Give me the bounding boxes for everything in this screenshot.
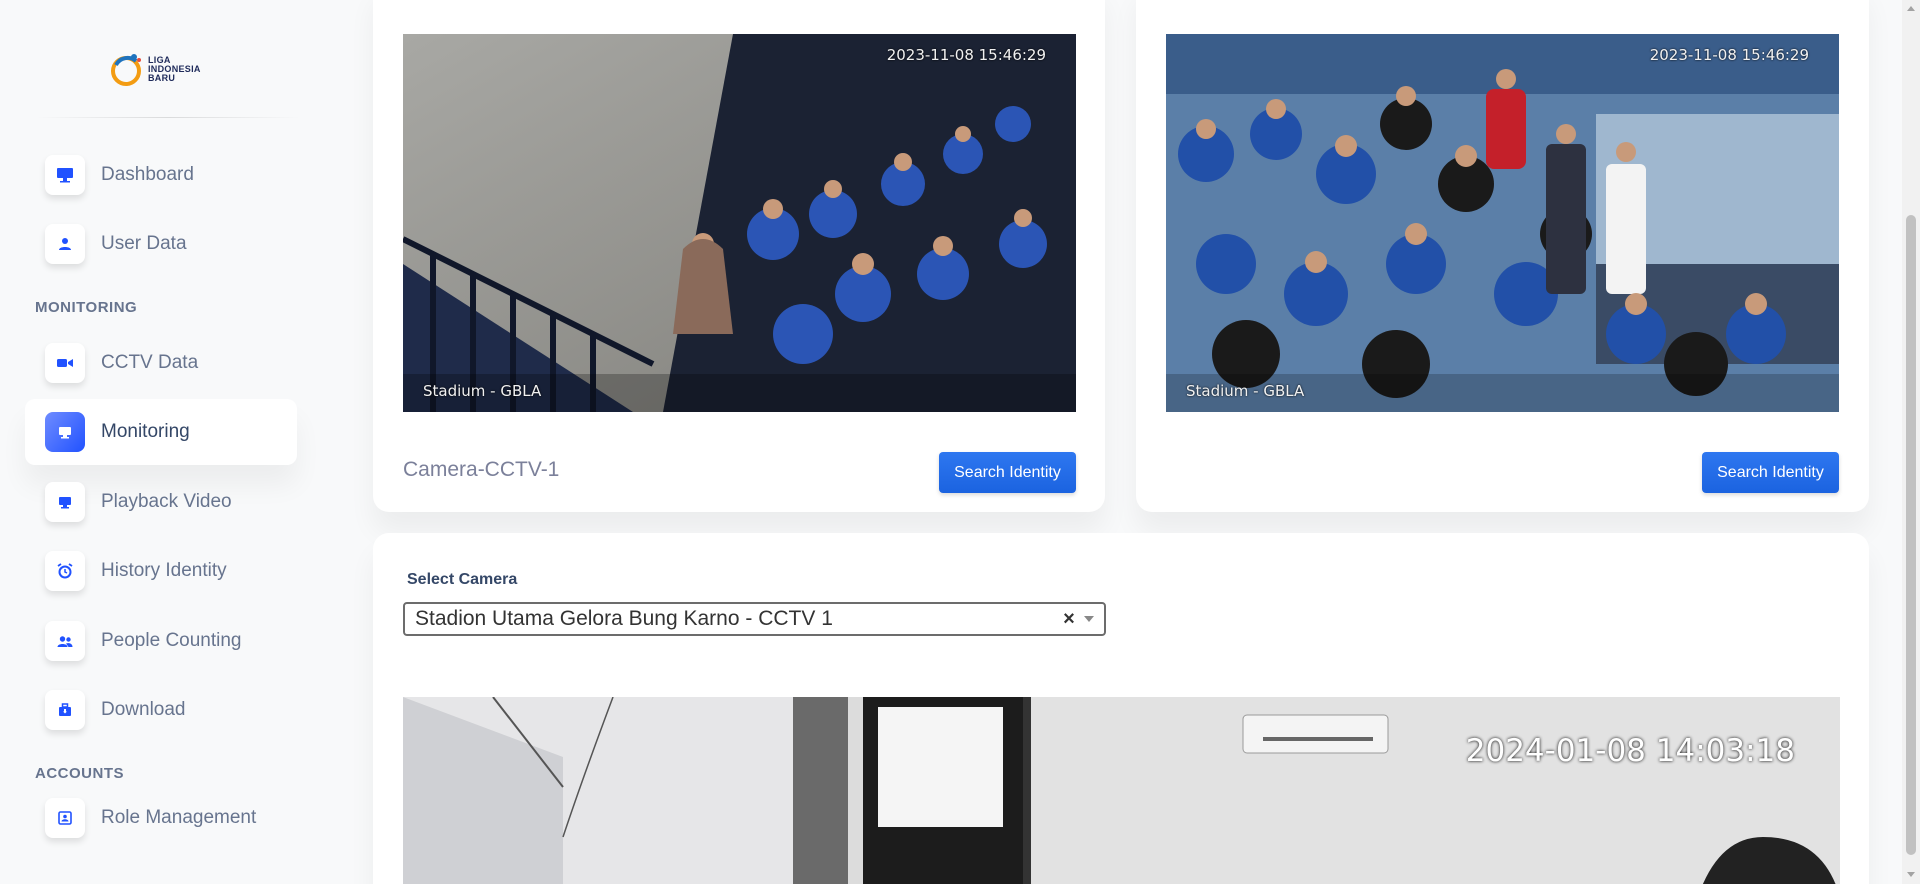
sidebar-item-download[interactable]: Download: [25, 677, 297, 743]
chevron-down-icon[interactable]: [1084, 616, 1094, 622]
sidebar-divider: [36, 117, 300, 118]
sidebar-item-label: CCTV Data: [101, 352, 199, 373]
camera-select[interactable]: Stadion Utama Gelora Bung Karno - CCTV 1…: [403, 602, 1106, 636]
alarm-clock-icon: [45, 551, 85, 591]
camera-card: 2023-11-08 15:46:29 Stadium - GBLA Camer…: [373, 0, 1105, 512]
sidebar-item-cctv-data[interactable]: CCTV Data: [25, 330, 297, 396]
live-cctv-feed[interactable]: 2024-01-08 14:03:18: [403, 697, 1840, 884]
camera-timestamp: 2023-11-08 15:46:29: [886, 46, 1046, 64]
select-camera-label: Select Camera: [407, 571, 518, 588]
id-card-icon: [45, 798, 85, 838]
section-title-monitoring: MONITORING: [35, 299, 138, 316]
users-icon: [45, 621, 85, 661]
camera-timestamp: 2023-11-08 15:46:29: [1649, 46, 1809, 64]
sidebar-item-monitoring[interactable]: Monitoring: [25, 399, 297, 465]
camera-location: Stadium - GBLA: [423, 382, 542, 400]
sidebar-item-history-identity[interactable]: History Identity: [25, 538, 297, 604]
room-cctv-image: [403, 697, 1840, 884]
logo-text: LIGA INDONESIA BARU: [148, 55, 201, 83]
camera-select-value: Stadion Utama Gelora Bung Karno - CCTV 1: [415, 607, 833, 630]
stadium-crowd-image: [403, 34, 1076, 412]
video-camera-icon: [45, 343, 85, 383]
page-scrollbar[interactable]: [1902, 0, 1920, 884]
scrollbar-thumb[interactable]: [1906, 215, 1916, 855]
camera-title: Camera-CCTV-1: [403, 458, 560, 481]
sidebar-item-label: Role Management: [101, 807, 257, 828]
briefcase-download-icon: [45, 690, 85, 730]
sidebar-item-playback-video[interactable]: Playback Video: [25, 469, 297, 535]
logo-mark-icon: [110, 51, 146, 87]
logo-text-line: BARU: [148, 72, 176, 83]
display-icon: [45, 482, 85, 522]
sidebar-item-user-data[interactable]: User Data: [25, 211, 297, 277]
sidebar-item-label: Monitoring: [101, 421, 190, 442]
sidebar-item-dashboard[interactable]: Dashboard: [25, 142, 297, 208]
live-feed-timestamp: 2024-01-08 14:03:18: [1465, 733, 1795, 769]
camera-location: Stadium - GBLA: [1186, 382, 1305, 400]
sidebar-item-people-counting[interactable]: People Counting: [25, 608, 297, 674]
sidebar-item-label: Dashboard: [101, 164, 194, 185]
sidebar-item-label: Playback Video: [101, 491, 232, 512]
sidebar: LIGA INDONESIA BARU Dashboard User Data …: [0, 0, 320, 884]
stadium-crowd-image: [1166, 34, 1839, 412]
sidebar-item-label: Download: [101, 699, 186, 720]
cctv-feed-image[interactable]: 2023-11-08 15:46:29 Stadium - GBLA: [403, 34, 1076, 412]
monitor-icon: [45, 155, 85, 195]
user-icon: [45, 224, 85, 264]
sidebar-item-role-management[interactable]: Role Management: [25, 785, 297, 851]
sidebar-item-label: User Data: [101, 233, 187, 254]
display-icon: [45, 412, 85, 452]
live-monitor-card: Select Camera Stadion Utama Gelora Bung …: [373, 533, 1869, 884]
liga-indonesia-baru-logo[interactable]: LIGA INDONESIA BARU: [110, 48, 215, 90]
cctv-feed-image[interactable]: 2023-11-08 15:46:29 Stadium - GBLA: [1166, 34, 1839, 412]
camera-card: 2023-11-08 15:46:29 Stadium - GBLA Searc…: [1136, 0, 1869, 512]
clear-selection-icon[interactable]: ×: [1058, 608, 1080, 631]
section-title-accounts: ACCOUNTS: [35, 765, 124, 782]
search-identity-button[interactable]: Search Identity: [939, 452, 1076, 493]
scroll-down-arrow-icon[interactable]: [1907, 872, 1915, 877]
search-identity-button[interactable]: Search Identity: [1702, 452, 1839, 493]
scroll-up-arrow-icon[interactable]: [1907, 6, 1915, 11]
sidebar-item-label: People Counting: [101, 630, 242, 651]
sidebar-item-label: History Identity: [101, 560, 227, 581]
